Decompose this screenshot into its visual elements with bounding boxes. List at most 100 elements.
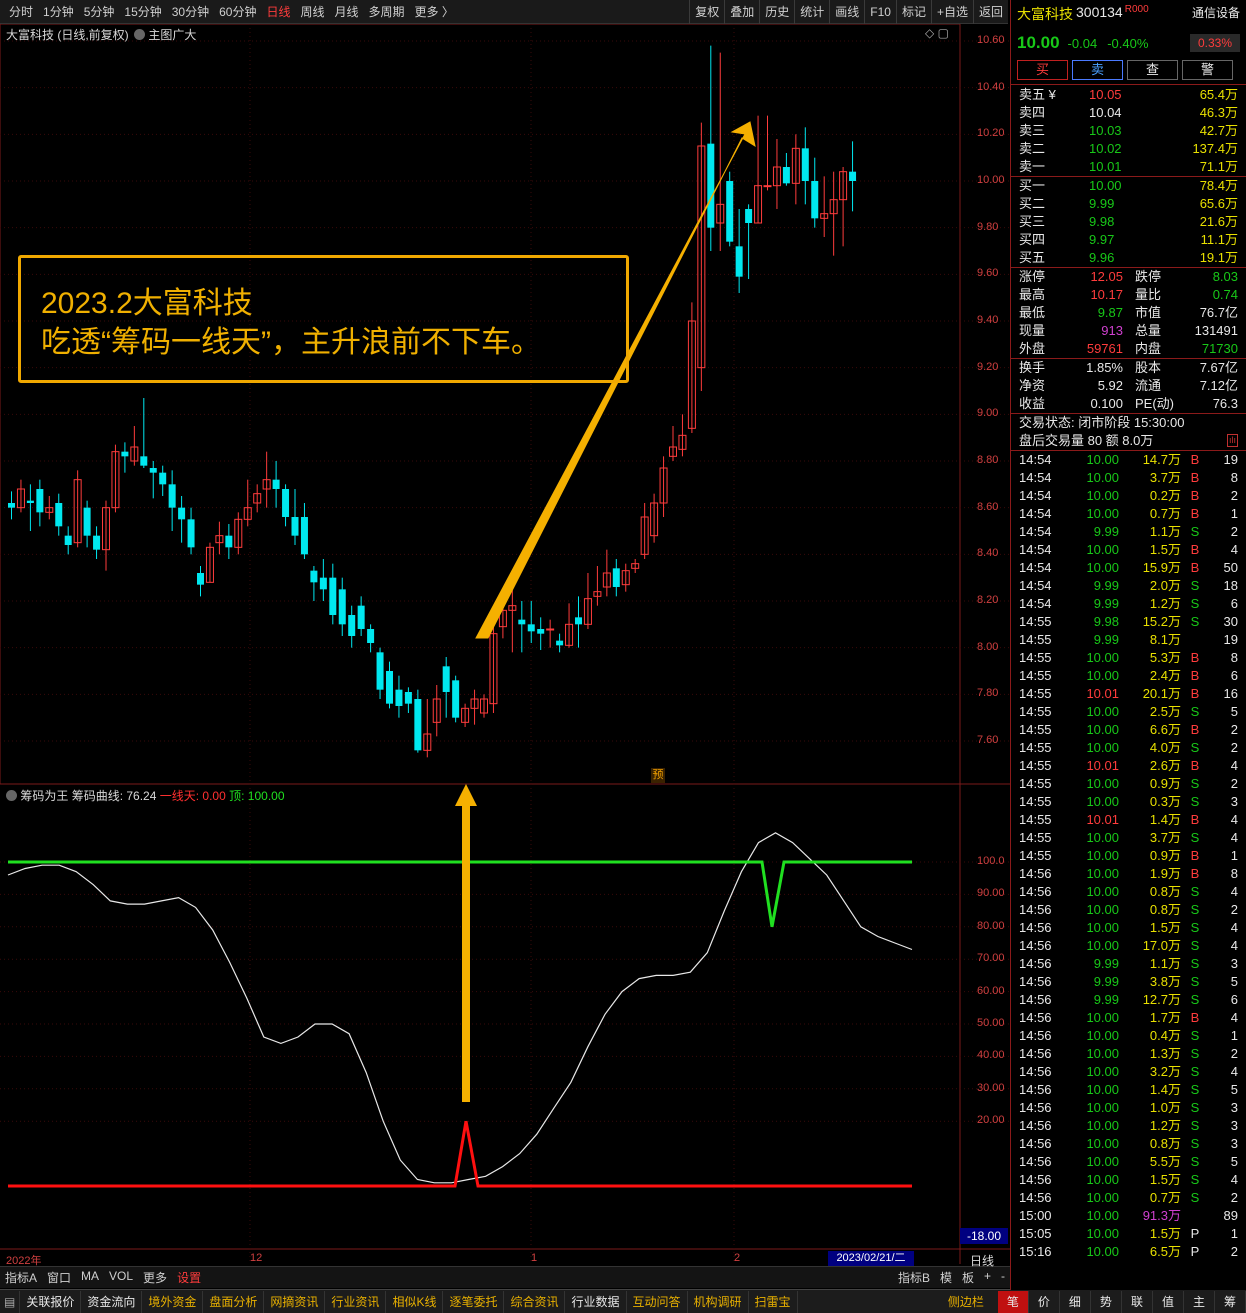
- footer-tab-0[interactable]: 关联报价: [20, 1290, 82, 1313]
- tick-count: 1: [1230, 506, 1238, 521]
- kline-chart[interactable]: [0, 24, 1010, 1274]
- period-tab-8[interactable]: 月线: [330, 0, 364, 24]
- tick-row: 14:56 10.00 1.3万 S 2: [1011, 1045, 1246, 1063]
- bid-volume: 19.1万: [1199, 250, 1238, 265]
- stat-label: 外盘: [1019, 341, 1046, 356]
- toolbar-action-8[interactable]: 返回: [972, 0, 1008, 24]
- quote-tab-7[interactable]: 筹: [1215, 1290, 1246, 1313]
- chart-subtitle-wrap[interactable]: 主图广大: [134, 26, 196, 43]
- ask-row[interactable]: 卖一 10.01 71.1万: [1011, 158, 1246, 176]
- period-tab-0[interactable]: 分时: [4, 0, 38, 24]
- quote-tab-1[interactable]: 价: [1029, 1290, 1060, 1313]
- indicator-tab-right-2[interactable]: 板: [957, 1269, 979, 1286]
- quote-tab-0[interactable]: 笔: [997, 1290, 1029, 1313]
- indicator-tab-right-0[interactable]: 指标B: [893, 1269, 935, 1286]
- ask-row[interactable]: 卖五 ¥ 10.05 65.4万: [1011, 86, 1246, 104]
- footer-tab-9[interactable]: 行业数据: [565, 1290, 627, 1313]
- ask-row[interactable]: 卖四 10.04 46.3万: [1011, 104, 1246, 122]
- tick-count: 1: [1230, 848, 1238, 863]
- sell-button[interactable]: 卖: [1072, 60, 1123, 80]
- candle-up: [546, 628, 555, 631]
- toolbar-action-3[interactable]: 统计: [794, 0, 829, 24]
- toolbar-action-0[interactable]: 复权: [689, 0, 724, 24]
- footer-tab-6[interactable]: 相似K线: [386, 1290, 444, 1313]
- period-tab-5[interactable]: 60分钟: [214, 0, 261, 24]
- tick-time: 14:54: [1019, 488, 1052, 503]
- buy-button[interactable]: 买: [1017, 60, 1068, 80]
- period-tab-3[interactable]: 15分钟: [119, 0, 166, 24]
- footer-tab-2[interactable]: 境外资金: [142, 1290, 204, 1313]
- period-tab-2[interactable]: 5分钟: [79, 0, 120, 24]
- footer-tab-10[interactable]: 互动问答: [627, 1290, 688, 1313]
- indicator-tab-0[interactable]: 指标A: [0, 1269, 42, 1286]
- tick-count: 6: [1230, 596, 1238, 611]
- period-tab-4[interactable]: 30分钟: [167, 0, 214, 24]
- menu-icon[interactable]: ▤: [0, 1290, 21, 1313]
- footer-tab-7[interactable]: 逐笔委托: [443, 1290, 505, 1313]
- bid-row[interactable]: 买三 9.98 21.6万: [1011, 213, 1246, 231]
- toolbar-action-4[interactable]: 画线: [829, 0, 864, 24]
- bid-row[interactable]: 买五 9.96 19.1万: [1011, 249, 1246, 267]
- quote-tab-6[interactable]: 主: [1184, 1290, 1215, 1313]
- footer-tab-4[interactable]: 网摘资讯: [264, 1290, 326, 1313]
- quote-tab-3[interactable]: 势: [1091, 1290, 1122, 1313]
- footer-tab-1[interactable]: 资金流向: [81, 1290, 143, 1313]
- indicator-tab-4[interactable]: 更多: [138, 1269, 172, 1286]
- dropdown-icon[interactable]: [6, 790, 17, 801]
- stat-label: 流通: [1135, 378, 1162, 393]
- sidebar-toggle[interactable]: 侧边栏: [942, 1291, 990, 1313]
- indicator-tab-1[interactable]: 窗口: [42, 1269, 76, 1286]
- indicator-tab-2[interactable]: MA: [76, 1269, 104, 1286]
- period-tab-10[interactable]: 更多 〉: [410, 0, 459, 24]
- bid-row[interactable]: 买四 9.97 11.1万: [1011, 231, 1246, 249]
- query-button[interactable]: 查: [1127, 60, 1178, 80]
- tick-volume: 1.9万: [1149, 866, 1181, 881]
- tick-price: 10.00: [1086, 866, 1119, 881]
- tick-list[interactable]: 14:54 10.00 14.7万 B 19 14:54 10.00 3.7万 B 8 14:54 1…: [1011, 450, 1246, 1261]
- tick-volume: 20.1万: [1142, 686, 1181, 701]
- toolbar-action-2[interactable]: 历史: [759, 0, 794, 24]
- toolbar-action-5[interactable]: F10: [864, 0, 896, 24]
- stat-label: 净资: [1019, 378, 1046, 393]
- bid-row[interactable]: 买二 9.99 65.6万: [1011, 195, 1246, 213]
- ask-label: 卖二: [1019, 141, 1046, 156]
- toolbar-action-1[interactable]: 叠加: [724, 0, 759, 24]
- alert-button[interactable]: 警: [1182, 60, 1233, 80]
- period-tab-6[interactable]: 日线: [261, 0, 295, 24]
- quote-tab-2[interactable]: 细: [1060, 1290, 1091, 1313]
- ask-row[interactable]: 卖二 10.02 137.4万: [1011, 140, 1246, 158]
- pre-marker[interactable]: 预: [651, 768, 665, 783]
- price-tick: 9.80: [977, 220, 999, 233]
- quote-tab-4[interactable]: 联: [1122, 1290, 1153, 1313]
- indicator-tab-3[interactable]: VOL: [104, 1269, 138, 1286]
- period-tab-7[interactable]: 周线: [295, 0, 329, 24]
- footer-tab-11[interactable]: 机构调研: [688, 1290, 749, 1313]
- bid-row[interactable]: 买一 10.00 78.4万: [1011, 177, 1246, 195]
- tick-side: S: [1190, 1064, 1200, 1079]
- footer-tab-3[interactable]: 盘面分析: [203, 1290, 265, 1313]
- chart-icon[interactable]: ılı: [1226, 434, 1238, 447]
- toolbar-action-7[interactable]: +自选: [930, 0, 973, 24]
- tick-row: 14:56 9.99 12.7万 S 6: [1011, 991, 1246, 1009]
- indicator-tab-right-1[interactable]: 模: [935, 1269, 957, 1286]
- tick-row: 14:56 10.00 0.8万 S 2: [1011, 901, 1246, 919]
- footer-tab-8[interactable]: 综合资讯: [504, 1290, 566, 1313]
- tick-row: 14:55 10.01 20.1万 B 16: [1011, 685, 1246, 703]
- indicator-tab-right-4[interactable]: -: [996, 1269, 1010, 1286]
- candle-down: [329, 577, 337, 615]
- footer-tab-12[interactable]: 扫雷宝: [749, 1290, 798, 1313]
- sector-name[interactable]: 通信设备: [1192, 4, 1240, 30]
- ask-row[interactable]: 卖三 10.03 42.7万: [1011, 122, 1246, 140]
- toolbar-action-6[interactable]: 标记: [895, 0, 931, 24]
- footer-tab-5[interactable]: 行业资讯: [325, 1290, 387, 1313]
- tick-volume: 0.9万: [1149, 776, 1181, 791]
- bottom-line: [8, 1120, 912, 1188]
- period-tab-9[interactable]: 多周期: [364, 0, 410, 24]
- indicator-tab-5[interactable]: 设置: [172, 1269, 206, 1286]
- footer-tabs: 关联报价 资金流向 境外资金 盘面分析 网摘资讯 行业资讯 相似K线 逐笔委托 综合资讯 行业数据…: [20, 1290, 798, 1313]
- pane-controls[interactable]: ◇ ▢: [925, 26, 949, 40]
- indicator-tab-right-3[interactable]: +: [979, 1269, 996, 1286]
- quote-tab-5[interactable]: 值: [1153, 1290, 1184, 1313]
- tick-price: 10.00: [1086, 902, 1119, 917]
- period-tab-1[interactable]: 1分钟: [38, 0, 79, 24]
